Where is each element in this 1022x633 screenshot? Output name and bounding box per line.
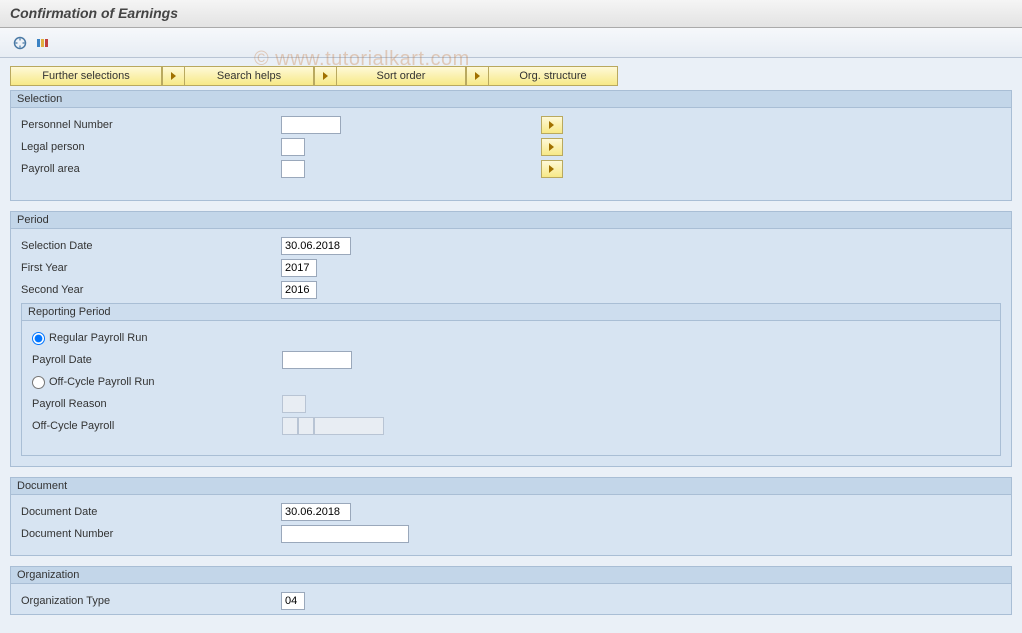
payroll-area-multi-icon[interactable] xyxy=(541,160,563,178)
search-helps-button[interactable]: Search helps xyxy=(162,66,314,86)
payroll-area-input[interactable] xyxy=(281,160,305,178)
arrow-right-icon xyxy=(163,67,185,85)
regular-payroll-radio[interactable]: Regular Payroll Run xyxy=(32,332,147,345)
offcycle-payroll-radio-input[interactable] xyxy=(32,376,45,389)
selection-group: Selection Personnel Number Legal person xyxy=(10,90,1012,201)
first-year-label: First Year xyxy=(21,262,161,274)
document-date-label: Document Date xyxy=(21,506,161,518)
offcycle-v1-input xyxy=(282,417,298,435)
personnel-number-input[interactable] xyxy=(281,116,341,134)
reporting-period-group: Reporting Period Regular Payroll Run Pay… xyxy=(21,303,1001,456)
sort-order-button[interactable]: Sort order xyxy=(314,66,466,86)
selection-buttons: Further selections Search helps Sort ord… xyxy=(10,66,1012,86)
org-structure-button[interactable]: Org. structure xyxy=(466,66,618,86)
period-group: Period Selection Date First Year Second … xyxy=(10,211,1012,467)
second-year-label: Second Year xyxy=(21,284,161,296)
regular-payroll-label: Regular Payroll Run xyxy=(49,332,147,344)
arrow-right-icon xyxy=(467,67,489,85)
legal-person-input[interactable] xyxy=(281,138,305,156)
reporting-period-title: Reporting Period xyxy=(22,304,1000,321)
selection-group-title: Selection xyxy=(11,91,1011,108)
first-year-input[interactable] xyxy=(281,259,317,277)
regular-payroll-radio-input[interactable] xyxy=(32,332,45,345)
legal-person-label: Legal person xyxy=(21,141,161,153)
title-bar: Confirmation of Earnings xyxy=(0,0,1022,28)
arrow-right-icon xyxy=(315,67,337,85)
document-group-title: Document xyxy=(11,478,1011,495)
app-toolbar xyxy=(0,28,1022,58)
document-group: Document Document Date Document Number xyxy=(10,477,1012,556)
payroll-area-label: Payroll area xyxy=(21,163,161,175)
document-number-label: Document Number xyxy=(21,528,161,540)
personnel-number-multi-icon[interactable] xyxy=(541,116,563,134)
offcycle-payroll-label2: Off-Cycle Payroll xyxy=(32,420,162,432)
further-selections-label: Further selections xyxy=(11,70,161,82)
payroll-reason-input xyxy=(282,395,306,413)
content-area: Further selections Search helps Sort ord… xyxy=(0,58,1022,633)
offcycle-payroll-label: Off-Cycle Payroll Run xyxy=(49,376,155,388)
personnel-number-label: Personnel Number xyxy=(21,119,161,131)
offcycle-v2-input xyxy=(298,417,314,435)
offcycle-v3-input xyxy=(314,417,384,435)
search-helps-label: Search helps xyxy=(185,70,313,82)
execute-icon[interactable] xyxy=(10,33,30,53)
document-number-input[interactable] xyxy=(281,525,409,543)
payroll-reason-label: Payroll Reason xyxy=(32,398,162,410)
organization-group-title: Organization xyxy=(11,567,1011,584)
period-group-title: Period xyxy=(11,212,1011,229)
variant-icon[interactable] xyxy=(32,33,52,53)
further-selections-button[interactable]: Further selections xyxy=(10,66,162,86)
document-date-input[interactable] xyxy=(281,503,351,521)
sort-order-label: Sort order xyxy=(337,70,465,82)
organization-group: Organization Organization Type xyxy=(10,566,1012,615)
organization-type-label: Organization Type xyxy=(21,595,161,607)
payroll-date-input[interactable] xyxy=(282,351,352,369)
second-year-input[interactable] xyxy=(281,281,317,299)
selection-date-label: Selection Date xyxy=(21,240,161,252)
payroll-date-label: Payroll Date xyxy=(32,354,162,366)
organization-type-input[interactable] xyxy=(281,592,305,610)
legal-person-multi-icon[interactable] xyxy=(541,138,563,156)
org-structure-label: Org. structure xyxy=(489,70,617,82)
offcycle-payroll-radio[interactable]: Off-Cycle Payroll Run xyxy=(32,376,155,389)
selection-date-input[interactable] xyxy=(281,237,351,255)
page-title: Confirmation of Earnings xyxy=(10,5,178,21)
